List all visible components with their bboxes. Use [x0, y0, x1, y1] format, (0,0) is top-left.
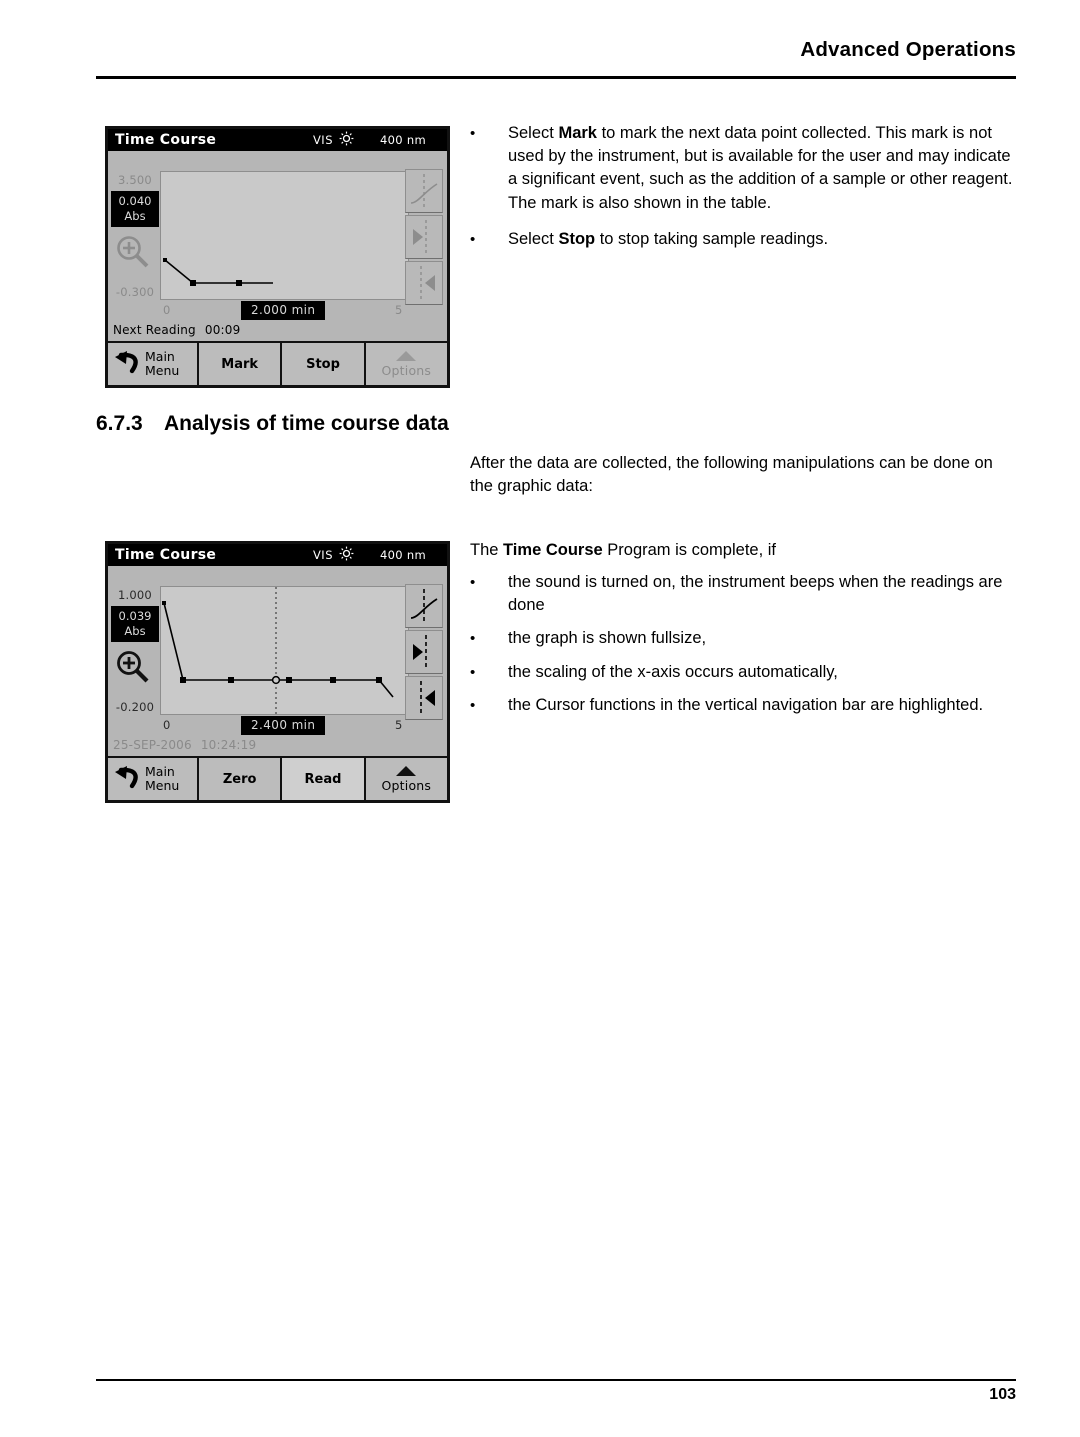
list-item-text: the scaling of the x-axis occurs automat… [508, 662, 838, 681]
current-reading-unit: Abs [124, 624, 146, 638]
screen-title: Time Course [115, 132, 217, 148]
bullet-marker: • [470, 696, 476, 714]
cursor-readout: 2.400 min [241, 716, 326, 735]
bullet-marker: • [470, 230, 476, 248]
options-label: Options [381, 778, 432, 793]
screen-titlebar: Time Course VIS 400 nm [108, 544, 447, 566]
list-item-text: Select Mark to mark the next data point … [508, 124, 1013, 212]
y-axis-min-label: -0.300 [115, 285, 155, 299]
bullet-marker: • [470, 125, 476, 142]
page-number: 103 [989, 1386, 1016, 1403]
mark-button[interactable]: Mark [199, 343, 283, 385]
options-button[interactable]: Options [365, 343, 447, 385]
back-arrow-icon [112, 763, 142, 795]
current-reading-box: 0.039 Abs [111, 606, 159, 642]
status-label: 25-SEP-2006 [113, 738, 192, 752]
cursor-left-icon[interactable] [405, 630, 443, 674]
section-title: Analysis of time course data [164, 412, 449, 435]
options-button[interactable]: Options [365, 758, 447, 800]
vertical-navigation-bar [405, 169, 443, 307]
cursor-left-icon[interactable] [405, 215, 443, 259]
sun-lamp-icon [339, 131, 354, 150]
sun-lamp-icon [339, 546, 354, 565]
y-axis-min-label: -0.200 [115, 700, 155, 714]
softkey-bar: Main Menu Mark Stop Options [108, 341, 447, 385]
screen-titlebar: Time Course VIS 400 nm [108, 129, 447, 151]
bullet-marker: • [470, 663, 476, 681]
intro-paragraph: After the data are collected, the follow… [470, 454, 993, 496]
screen-mode-label: VIS [312, 548, 333, 562]
footer-rule [96, 1379, 1016, 1381]
read-button[interactable]: Read [282, 758, 366, 800]
status-line: 25-SEP-2006 10:24:19 [113, 738, 256, 752]
screen-mode-label: VIS [312, 133, 333, 147]
y-axis-max-label: 1.000 [118, 588, 152, 602]
bullets-complete: • the sound is turned on, the instrument… [470, 571, 1018, 717]
plot-area[interactable] [160, 171, 409, 300]
list-item-text: the graph is shown fullsize, [508, 629, 707, 648]
list-item: • the scaling of the x-axis occurs autom… [470, 661, 1018, 684]
header-rule [96, 76, 1016, 79]
status-label: Next Reading [113, 323, 196, 337]
intro-paragraph-block: After the data are collected, the follow… [470, 452, 1018, 498]
section-number: 6.7.3 [96, 412, 143, 435]
list-item: • the Cursor functions in the vertical n… [470, 694, 1018, 717]
main-menu-label: Main Menu [145, 764, 180, 793]
options-label: Options [381, 363, 432, 378]
x-axis-min-label: 0 [163, 303, 171, 317]
current-reading-unit: Abs [124, 209, 146, 223]
stop-button[interactable]: Stop [282, 343, 366, 385]
back-arrow-icon [112, 348, 142, 380]
screen-title: Time Course [115, 547, 217, 563]
x-axis-max-label: 5 [395, 303, 403, 317]
main-menu-label: Main Menu [145, 349, 180, 378]
main-menu-button[interactable]: Main Menu [108, 343, 199, 385]
softkey-bar: Main Menu Zero Read Options [108, 756, 447, 800]
y-axis-max-label: 3.500 [118, 173, 152, 187]
list-item-text: the Cursor functions in the vertical nav… [508, 695, 984, 714]
cursor-right-icon[interactable] [405, 676, 443, 720]
bullet-marker: • [470, 630, 476, 648]
list-item-text: the sound is turned on, the instrument b… [508, 573, 1003, 615]
plot-area[interactable] [160, 586, 409, 715]
complete-line-block: The Time Course Program is complete, if [470, 539, 1018, 562]
x-axis-min-label: 0 [163, 718, 171, 732]
list-item-text: Select Stop to stop taking sample readin… [508, 229, 829, 248]
vertical-navigation-bar [405, 584, 443, 722]
cursor-curve-icon[interactable] [405, 169, 443, 213]
main-menu-button[interactable]: Main Menu [108, 758, 199, 800]
bullet-marker: • [470, 574, 476, 591]
instrument-screenshot-running: Time Course VIS 400 nm 3.500 0.040 Abs -… [105, 126, 450, 388]
screen-body: 3.500 0.040 Abs -0.300 0 2.000 min 5 Nex… [108, 151, 447, 385]
magnifier-plus-icon[interactable] [114, 233, 154, 277]
x-axis-max-label: 5 [395, 718, 403, 732]
wavelength-value: 400 nm [380, 548, 426, 562]
zero-button[interactable]: Zero [199, 758, 283, 800]
section-heading: 6.7.3 Analysis of time course data [96, 412, 449, 436]
status-line: Next Reading 00:09 [113, 323, 240, 337]
list-item: • the sound is turned on, the instrument… [470, 571, 1018, 617]
bullets-top: • Select Mark to mark the next data poin… [470, 122, 1018, 251]
cursor-readout: 2.000 min [241, 301, 326, 320]
current-reading-box: 0.040 Abs [111, 191, 159, 227]
magnifier-plus-icon[interactable] [114, 648, 154, 692]
current-reading-value: 0.039 [118, 609, 152, 623]
cursor-right-icon[interactable] [405, 261, 443, 305]
instrument-screenshot-complete: Time Course VIS 400 nm 1.000 0.039 Abs -… [105, 541, 450, 803]
running-head-title: Advanced Operations [800, 38, 1016, 61]
wavelength-value: 400 nm [380, 133, 426, 147]
cursor-curve-icon[interactable] [405, 584, 443, 628]
status-value: 00:09 [204, 323, 241, 337]
status-value: 10:24:19 [200, 738, 257, 752]
list-item: • Select Mark to mark the next data poin… [470, 122, 1018, 215]
current-reading-value: 0.040 [118, 194, 152, 208]
complete-line: The Time Course Program is complete, if [470, 541, 776, 559]
list-item: • the graph is shown fullsize, [470, 627, 1018, 650]
screen-body: 1.000 0.039 Abs -0.200 0 2.400 min 5 25-… [108, 566, 447, 800]
running-head: Advanced Operations [96, 38, 1016, 62]
list-item: • Select Stop to stop taking sample read… [470, 228, 1018, 251]
